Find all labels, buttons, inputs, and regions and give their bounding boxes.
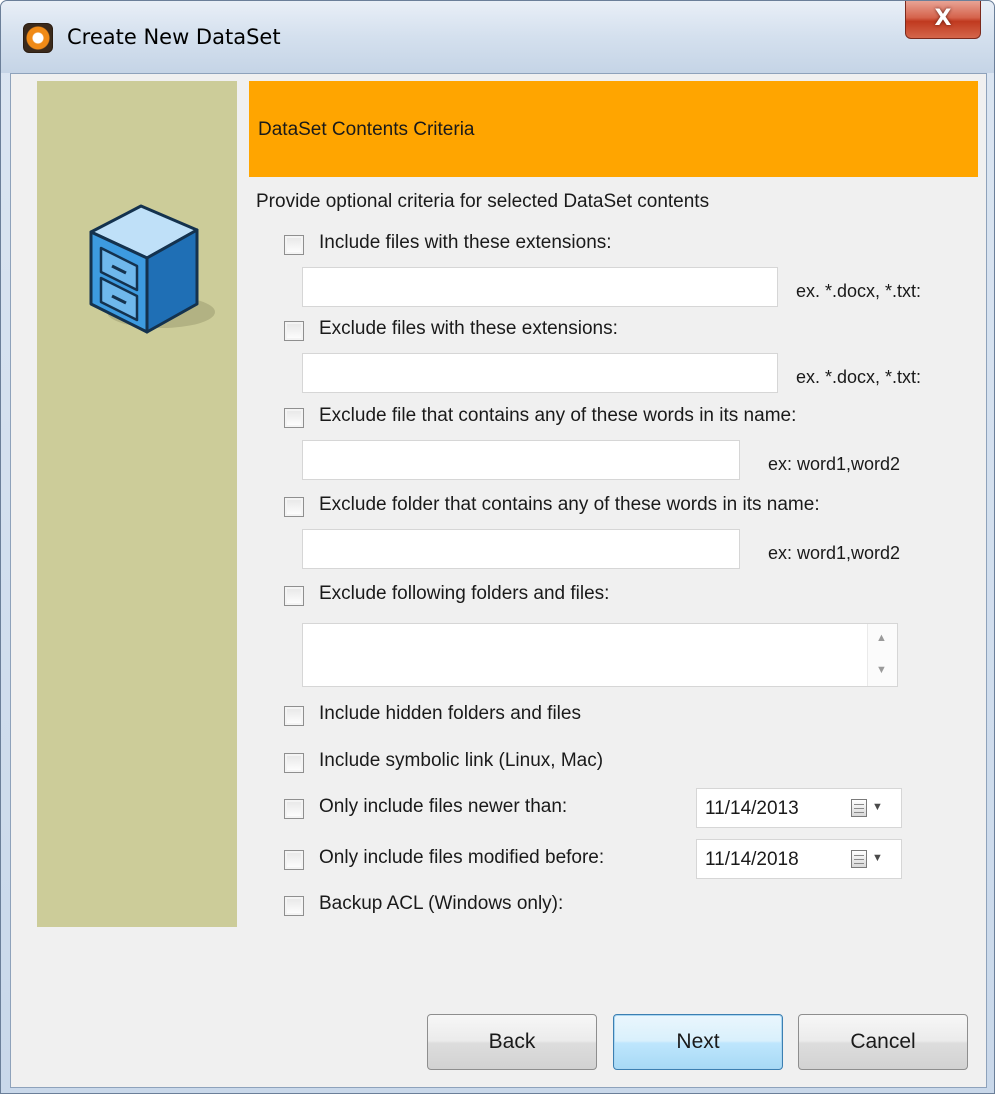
calendar-icon[interactable]: [851, 799, 867, 817]
modified-before-date: 11/14/2018: [705, 849, 799, 870]
backup-acl-checkbox[interactable]: [284, 896, 304, 916]
title-bar[interactable]: Create New DataSet X: [1, 1, 994, 73]
include-symlink-label: Include symbolic link (Linux, Mac): [319, 750, 604, 771]
newer-than-date-picker[interactable]: 11/14/2013 ▼: [696, 788, 902, 828]
newer-than-label: Only include files newer than:: [319, 796, 568, 817]
include-extensions-input[interactable]: [302, 267, 778, 307]
include-extensions-hint: ex. *.docx, *.txt:: [796, 281, 922, 301]
exclude-extensions-checkbox[interactable]: [284, 321, 304, 341]
back-button[interactable]: Back: [427, 1014, 597, 1070]
scroll-up-icon[interactable]: ▲: [876, 632, 887, 644]
exclude-paths-checkbox[interactable]: [284, 586, 304, 606]
window-title: Create New DataSet: [67, 25, 281, 49]
modified-before-label: Only include files modified before:: [319, 847, 605, 868]
modified-before-checkbox[interactable]: [284, 850, 304, 870]
exclude-file-words-checkbox[interactable]: [284, 408, 304, 428]
calendar-icon[interactable]: [851, 850, 867, 868]
dialog-content: DataSet Contents Criteria Provide option…: [10, 73, 987, 1088]
include-symlink-checkbox[interactable]: [284, 753, 304, 773]
exclude-paths-scrollbar[interactable]: ▲ ▼: [867, 624, 897, 686]
newer-than-checkbox[interactable]: [284, 799, 304, 819]
dialog-window: Create New DataSet X DataSet Contents Cr…: [0, 0, 995, 1094]
exclude-file-words-input[interactable]: [302, 440, 740, 480]
exclude-folder-words-label: Exclude folder that contains any of thes…: [319, 494, 820, 515]
side-panel: [37, 81, 237, 927]
exclude-paths-textarea[interactable]: ▲ ▼: [302, 623, 898, 687]
chevron-down-icon[interactable]: ▼: [872, 852, 883, 864]
exclude-folder-words-input[interactable]: [302, 529, 740, 569]
modified-before-date-picker[interactable]: 11/14/2018 ▼: [696, 839, 902, 879]
close-button[interactable]: X: [905, 1, 981, 39]
exclude-extensions-hint: ex. *.docx, *.txt:: [796, 367, 922, 387]
scroll-down-icon[interactable]: ▼: [876, 664, 887, 676]
intro-text: Provide optional criteria for selected D…: [256, 191, 710, 212]
file-cabinet-icon: [89, 204, 215, 334]
exclude-file-words-hint: ex: word1,word2: [768, 454, 901, 474]
include-hidden-label: Include hidden folders and files: [319, 703, 581, 724]
chevron-down-icon[interactable]: ▼: [872, 801, 883, 813]
exclude-folder-words-checkbox[interactable]: [284, 497, 304, 517]
header-band: DataSet Contents Criteria: [249, 81, 978, 177]
exclude-extensions-label: Exclude files with these extensions:: [319, 318, 618, 339]
exclude-paths-label: Exclude following folders and files:: [319, 583, 610, 604]
next-button[interactable]: Next: [613, 1014, 783, 1070]
include-extensions-label: Include files with these extensions:: [319, 232, 612, 253]
exclude-extensions-input[interactable]: [302, 353, 778, 393]
include-hidden-checkbox[interactable]: [284, 706, 304, 726]
exclude-file-words-label: Exclude file that contains any of these …: [319, 405, 797, 426]
include-extensions-checkbox[interactable]: [284, 235, 304, 255]
cancel-button[interactable]: Cancel: [798, 1014, 968, 1070]
backup-acl-label: Backup ACL (Windows only):: [319, 893, 564, 914]
newer-than-date: 11/14/2013: [705, 798, 799, 819]
section-title: DataSet Contents Criteria: [258, 119, 475, 140]
app-icon: [23, 23, 53, 53]
exclude-folder-words-hint: ex: word1,word2: [768, 543, 901, 563]
